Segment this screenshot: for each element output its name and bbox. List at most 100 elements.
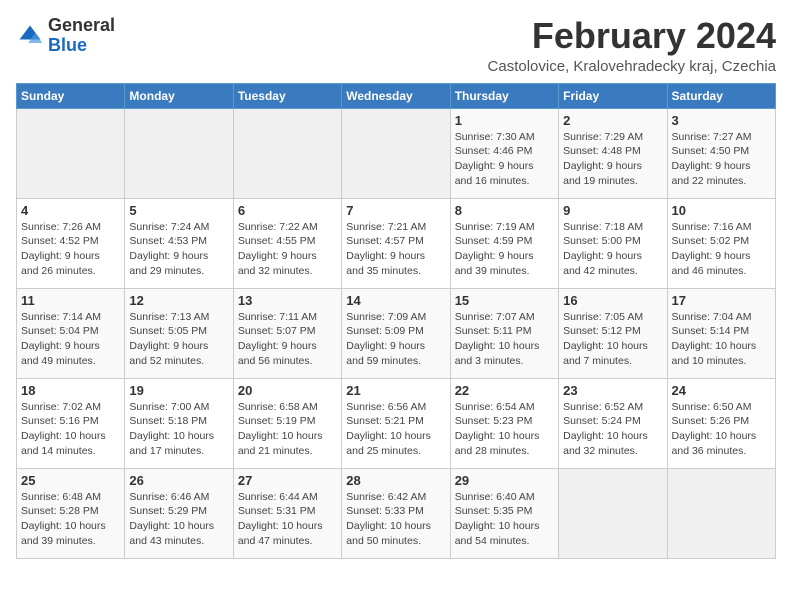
day-number: 15 [455, 293, 554, 308]
calendar-cell: 16 Sunrise: 7:05 AM Sunset: 5:12 PM Dayli… [559, 288, 667, 378]
calendar-cell: 15 Sunrise: 7:07 AM Sunset: 5:11 PM Dayli… [450, 288, 558, 378]
day-number: 11 [21, 293, 120, 308]
day-number: 24 [672, 383, 771, 398]
day-info: Sunrise: 7:22 AM Sunset: 4:55 PM Dayligh… [238, 220, 337, 279]
calendar-cell: 28 Sunrise: 6:42 AM Sunset: 5:33 PM Dayli… [342, 468, 450, 558]
calendar-cell: 1 Sunrise: 7:30 AM Sunset: 4:46 PM Daylig… [450, 108, 558, 198]
day-info: Sunrise: 7:24 AM Sunset: 4:53 PM Dayligh… [129, 220, 228, 279]
calendar-cell: 17 Sunrise: 7:04 AM Sunset: 5:14 PM Dayli… [667, 288, 775, 378]
day-number: 4 [21, 203, 120, 218]
logo-icon [16, 22, 44, 50]
day-info: Sunrise: 7:19 AM Sunset: 4:59 PM Dayligh… [455, 220, 554, 279]
day-info: Sunrise: 7:30 AM Sunset: 4:46 PM Dayligh… [455, 130, 554, 189]
day-number: 28 [346, 473, 445, 488]
calendar-cell: 4 Sunrise: 7:26 AM Sunset: 4:52 PM Daylig… [17, 198, 125, 288]
day-info: Sunrise: 7:07 AM Sunset: 5:11 PM Dayligh… [455, 310, 554, 369]
day-number: 8 [455, 203, 554, 218]
day-number: 6 [238, 203, 337, 218]
day-number: 27 [238, 473, 337, 488]
calendar-cell: 13 Sunrise: 7:11 AM Sunset: 5:07 PM Dayli… [233, 288, 341, 378]
calendar-cell: 22 Sunrise: 6:54 AM Sunset: 5:23 PM Dayli… [450, 378, 558, 468]
day-number: 16 [563, 293, 662, 308]
calendar-cell: 10 Sunrise: 7:16 AM Sunset: 5:02 PM Dayli… [667, 198, 775, 288]
calendar-week-row: 4 Sunrise: 7:26 AM Sunset: 4:52 PM Daylig… [17, 198, 776, 288]
weekday-header: Friday [559, 83, 667, 108]
calendar-cell: 20 Sunrise: 6:58 AM Sunset: 5:19 PM Dayli… [233, 378, 341, 468]
calendar-cell: 19 Sunrise: 7:00 AM Sunset: 5:18 PM Dayli… [125, 378, 233, 468]
day-number: 13 [238, 293, 337, 308]
day-number: 10 [672, 203, 771, 218]
day-number: 2 [563, 113, 662, 128]
day-info: Sunrise: 7:09 AM Sunset: 5:09 PM Dayligh… [346, 310, 445, 369]
day-info: Sunrise: 6:56 AM Sunset: 5:21 PM Dayligh… [346, 400, 445, 459]
day-number: 9 [563, 203, 662, 218]
day-info: Sunrise: 6:40 AM Sunset: 5:35 PM Dayligh… [455, 490, 554, 549]
calendar-cell: 12Sunrise: 7:13 AM Sunset: 5:05 PM Dayli… [125, 288, 233, 378]
calendar-cell: 9 Sunrise: 7:18 AM Sunset: 5:00 PM Daylig… [559, 198, 667, 288]
month-title: February 2024 [488, 16, 776, 56]
day-info: Sunrise: 6:54 AM Sunset: 5:23 PM Dayligh… [455, 400, 554, 459]
day-info: Sunrise: 7:27 AM Sunset: 4:50 PM Dayligh… [672, 130, 771, 189]
day-number: 20 [238, 383, 337, 398]
calendar-cell: 23Sunrise: 6:52 AM Sunset: 5:24 PM Dayli… [559, 378, 667, 468]
calendar-cell: 8 Sunrise: 7:19 AM Sunset: 4:59 PM Daylig… [450, 198, 558, 288]
day-number: 3 [672, 113, 771, 128]
logo: General Blue [16, 16, 115, 56]
calendar-header-row: SundayMondayTuesdayWednesdayThursdayFrid… [17, 83, 776, 108]
day-number: 7 [346, 203, 445, 218]
calendar-week-row: 11 Sunrise: 7:14 AM Sunset: 5:04 PM Dayli… [17, 288, 776, 378]
calendar-cell: 5 Sunrise: 7:24 AM Sunset: 4:53 PM Daylig… [125, 198, 233, 288]
location: Castolovice, Kralovehradecky kraj, Czech… [488, 58, 776, 75]
day-number: 1 [455, 113, 554, 128]
calendar-cell: 18Sunrise: 7:02 AM Sunset: 5:16 PM Dayli… [17, 378, 125, 468]
calendar-cell: 6 Sunrise: 7:22 AM Sunset: 4:55 PM Daylig… [233, 198, 341, 288]
calendar-cell: 11 Sunrise: 7:14 AM Sunset: 5:04 PM Dayli… [17, 288, 125, 378]
day-info: Sunrise: 7:00 AM Sunset: 5:18 PM Dayligh… [129, 400, 228, 459]
day-number: 18 [21, 383, 120, 398]
day-info: Sunrise: 7:04 AM Sunset: 5:14 PM Dayligh… [672, 310, 771, 369]
day-number: 14 [346, 293, 445, 308]
day-info: Sunrise: 7:11 AM Sunset: 5:07 PM Dayligh… [238, 310, 337, 369]
day-number: 21 [346, 383, 445, 398]
calendar-week-row: 18Sunrise: 7:02 AM Sunset: 5:16 PM Dayli… [17, 378, 776, 468]
weekday-header: Wednesday [342, 83, 450, 108]
day-info: Sunrise: 6:48 AM Sunset: 5:28 PM Dayligh… [21, 490, 120, 549]
calendar-week-row: 25Sunrise: 6:48 AM Sunset: 5:28 PM Dayli… [17, 468, 776, 558]
day-number: 29 [455, 473, 554, 488]
calendar-cell: 7Sunrise: 7:21 AM Sunset: 4:57 PM Daylig… [342, 198, 450, 288]
title-block: February 2024 Castolovice, Kralovehradec… [488, 16, 776, 75]
calendar-cell: 2Sunrise: 7:29 AM Sunset: 4:48 PM Daylig… [559, 108, 667, 198]
logo-general: General [48, 15, 115, 35]
day-number: 17 [672, 293, 771, 308]
day-number: 26 [129, 473, 228, 488]
calendar-cell [125, 108, 233, 198]
day-info: Sunrise: 7:16 AM Sunset: 5:02 PM Dayligh… [672, 220, 771, 279]
day-info: Sunrise: 6:42 AM Sunset: 5:33 PM Dayligh… [346, 490, 445, 549]
day-info: Sunrise: 7:13 AM Sunset: 5:05 PM Dayligh… [129, 310, 228, 369]
day-info: Sunrise: 6:44 AM Sunset: 5:31 PM Dayligh… [238, 490, 337, 549]
logo-blue: Blue [48, 35, 87, 55]
calendar-cell [233, 108, 341, 198]
page-header: General Blue February 2024 Castolovice, … [16, 16, 776, 75]
calendar-cell [667, 468, 775, 558]
calendar-cell: 24Sunrise: 6:50 AM Sunset: 5:26 PM Dayli… [667, 378, 775, 468]
day-info: Sunrise: 7:18 AM Sunset: 5:00 PM Dayligh… [563, 220, 662, 279]
calendar-cell: 29 Sunrise: 6:40 AM Sunset: 5:35 PM Dayli… [450, 468, 558, 558]
day-number: 19 [129, 383, 228, 398]
day-info: Sunrise: 7:14 AM Sunset: 5:04 PM Dayligh… [21, 310, 120, 369]
calendar-cell: 21 Sunrise: 6:56 AM Sunset: 5:21 PM Dayli… [342, 378, 450, 468]
day-number: 5 [129, 203, 228, 218]
weekday-header: Tuesday [233, 83, 341, 108]
weekday-header: Monday [125, 83, 233, 108]
calendar-cell [17, 108, 125, 198]
logo-text: General Blue [48, 16, 115, 56]
calendar-cell [559, 468, 667, 558]
calendar-cell: 27 Sunrise: 6:44 AM Sunset: 5:31 PM Dayli… [233, 468, 341, 558]
calendar-cell: 25Sunrise: 6:48 AM Sunset: 5:28 PM Dayli… [17, 468, 125, 558]
day-number: 22 [455, 383, 554, 398]
day-info: Sunrise: 7:05 AM Sunset: 5:12 PM Dayligh… [563, 310, 662, 369]
day-info: Sunrise: 6:52 AM Sunset: 5:24 PM Dayligh… [563, 400, 662, 459]
calendar-cell [342, 108, 450, 198]
day-info: Sunrise: 7:26 AM Sunset: 4:52 PM Dayligh… [21, 220, 120, 279]
day-info: Sunrise: 6:58 AM Sunset: 5:19 PM Dayligh… [238, 400, 337, 459]
